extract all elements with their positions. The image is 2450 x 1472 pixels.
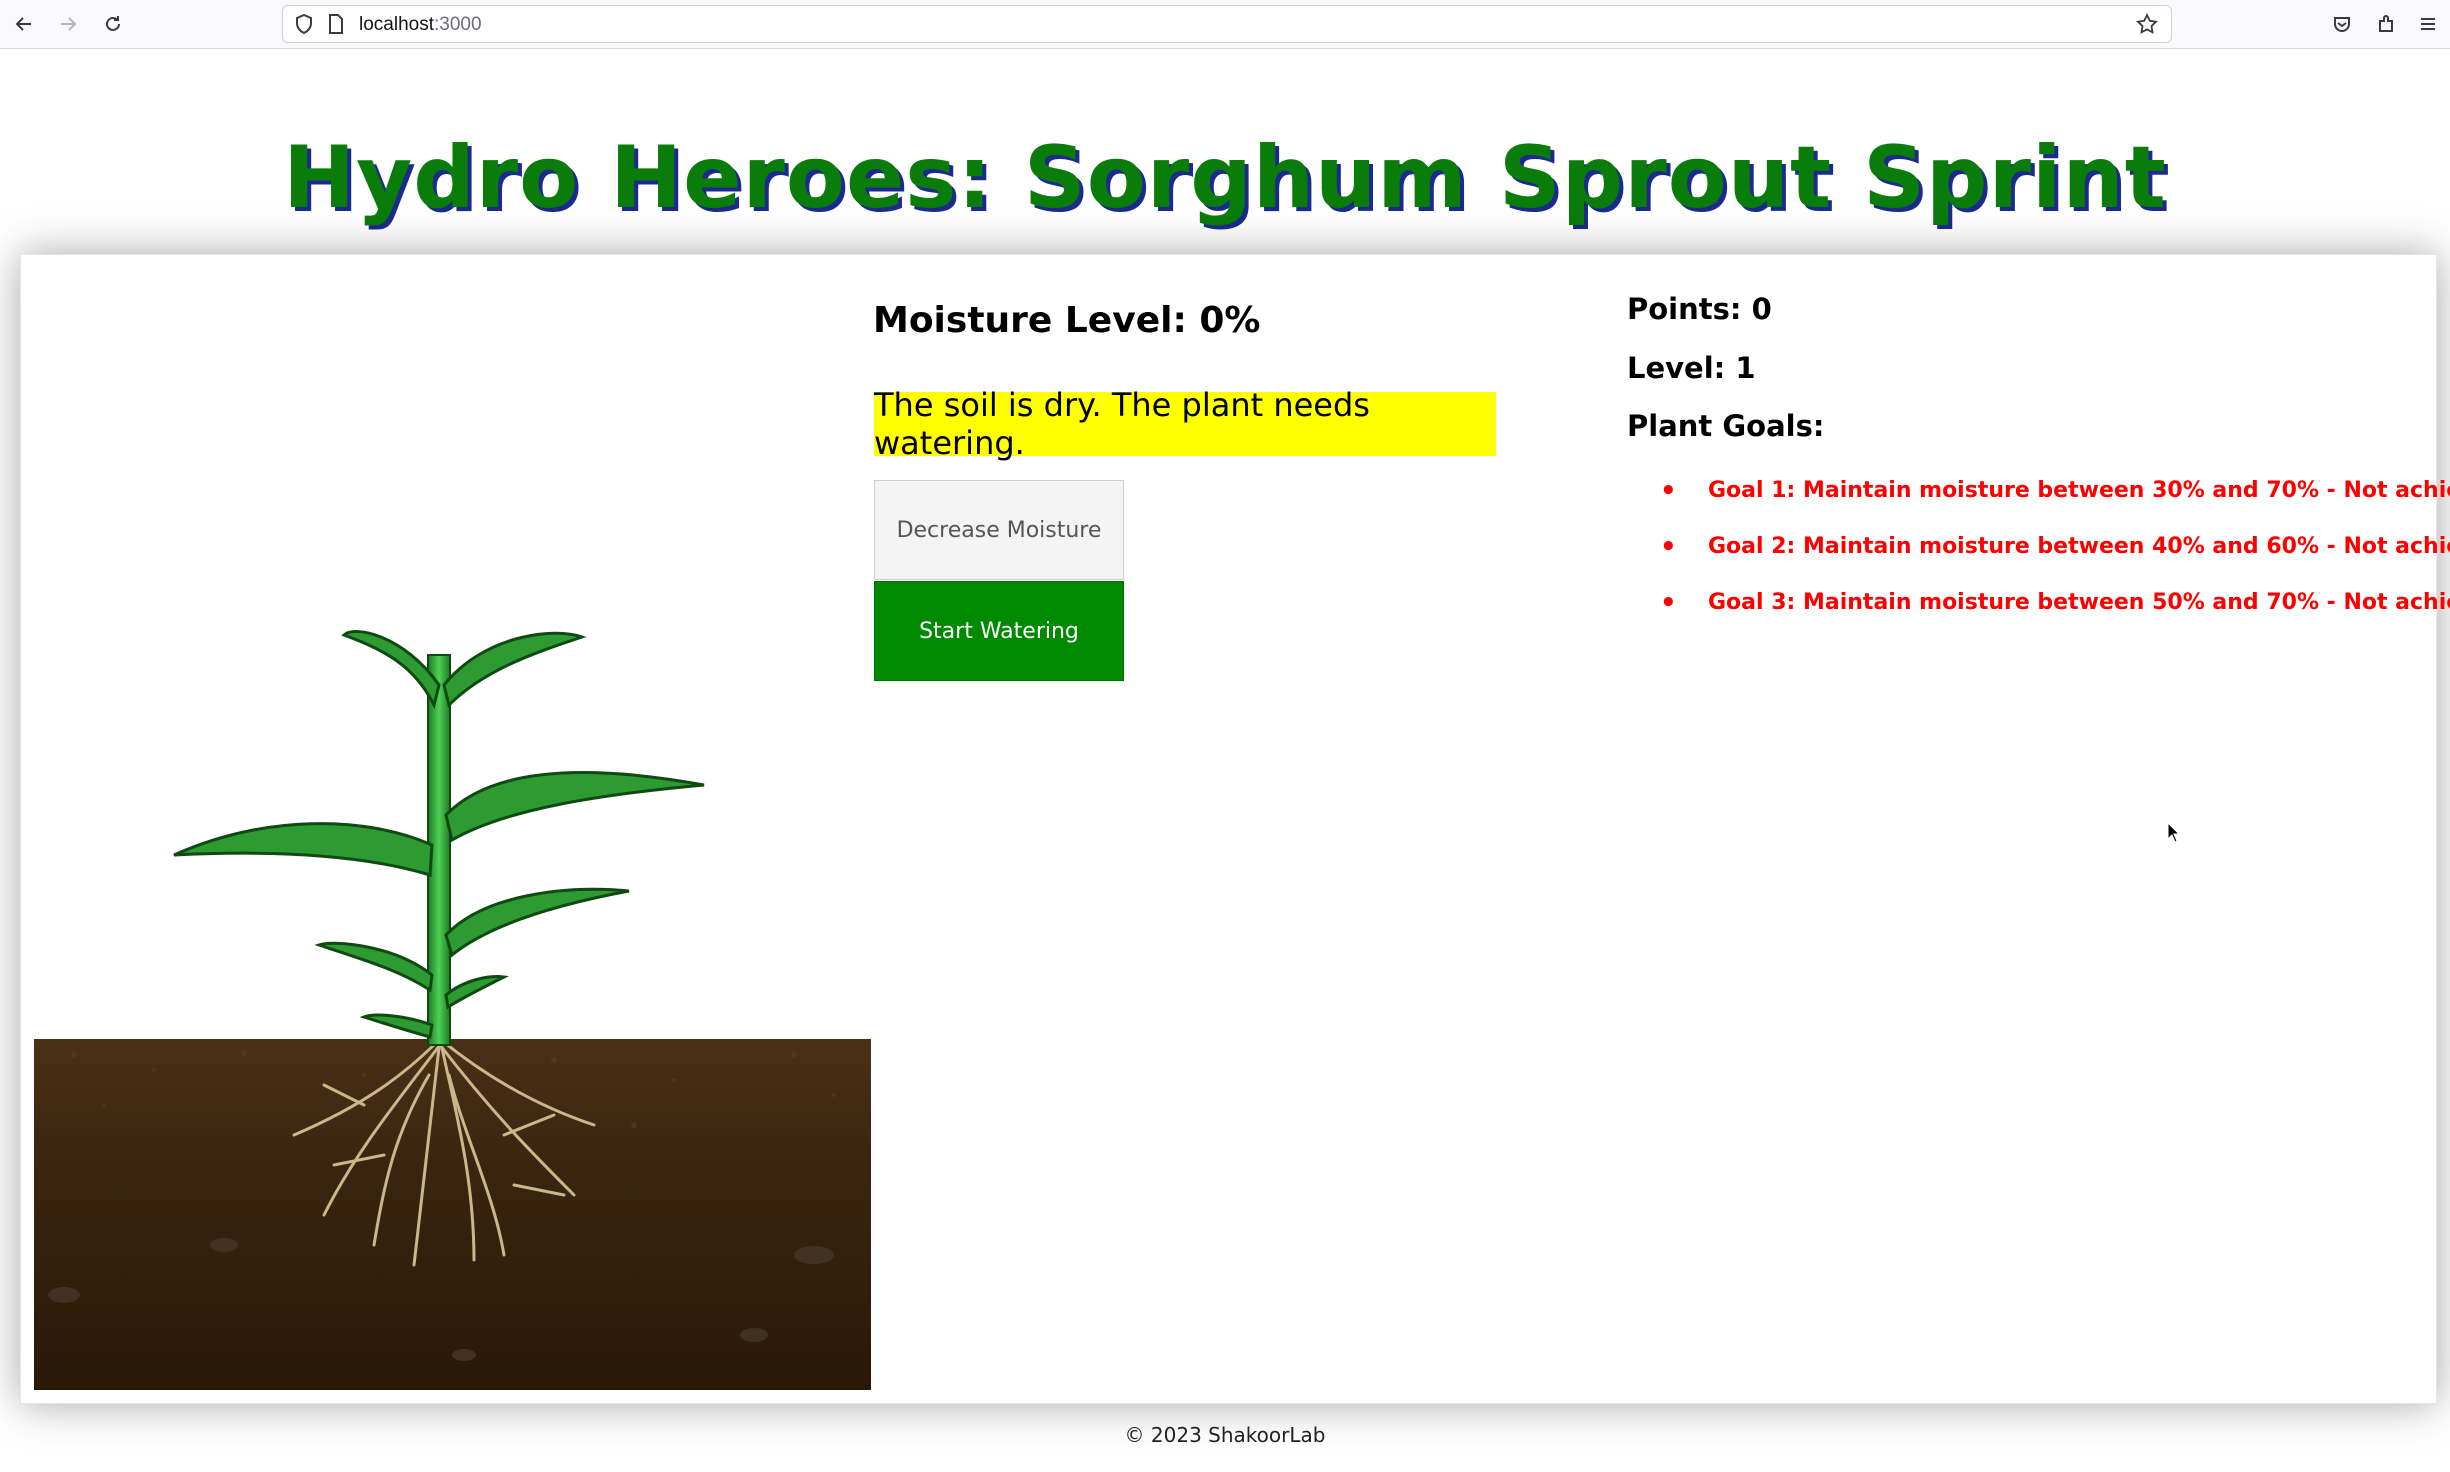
goal-text: Goal 2: Maintain moisture between 40% an… [1708,534,2450,559]
extensions-icon[interactable] [2370,8,2402,40]
page-icon [325,13,347,35]
points-display: Points: 0 [1627,292,1772,326]
shield-icon[interactable] [293,13,315,35]
url-port: :3000 [434,14,482,35]
leaf-top-left [341,630,441,710]
url-host: localhost [359,14,434,35]
pocket-icon[interactable] [2326,8,2358,40]
leaf-mid-right [444,771,705,843]
bookmark-star-icon[interactable] [2136,13,2158,35]
mouse-cursor-icon [2167,822,2181,843]
leaf-mid-left [173,822,434,877]
address-bar[interactable]: localhost:3000 [282,5,2172,43]
reload-icon[interactable] [97,8,129,40]
moisture-level: Moisture Level: 0% [873,300,1261,341]
status-message: The soil is dry. The plant needs waterin… [874,386,1496,462]
back-arrow-icon[interactable] [8,8,40,40]
browser-toolbar: localhost:3000 [0,0,2450,49]
bullet-icon: • [1660,588,1677,618]
leaf-small-right [444,975,510,1010]
footer-copyright: © 2023 ShakoorLab [1124,1423,1326,1447]
goal-item: • Goal 3: Maintain moisture between 50% a… [1660,582,2450,638]
plant-scene [34,630,871,1390]
plant-goals-heading: Plant Goals: [1627,409,1825,443]
page-title: Hydro Heroes: Sorghum Sprout Sprint [283,128,2167,228]
bullet-icon: • [1660,532,1677,562]
goal-text: Goal 3: Maintain moisture between 50% an… [1708,590,2450,615]
leaf-small-left [359,1013,434,1039]
start-watering-button[interactable]: Start Watering [874,581,1124,681]
goal-text: Goal 1: Maintain moisture between 30% an… [1708,478,2450,503]
leaf-top-right [442,631,587,708]
bullet-icon: • [1660,476,1677,506]
leaf-low-right [444,887,630,958]
leaf-low-left [314,941,434,993]
decrease-moisture-button[interactable]: Decrease Moisture [874,480,1124,580]
goals-list: • Goal 1: Maintain moisture between 30% a… [1660,470,2450,638]
goal-item: • Goal 1: Maintain moisture between 30% a… [1660,470,2450,526]
menu-icon[interactable] [2412,8,2444,40]
goal-item: • Goal 2: Maintain moisture between 40% a… [1660,526,2450,582]
level-display: Level: 1 [1627,351,1756,385]
url-text[interactable]: localhost:3000 [359,14,482,36]
forward-arrow-icon[interactable] [52,8,84,40]
